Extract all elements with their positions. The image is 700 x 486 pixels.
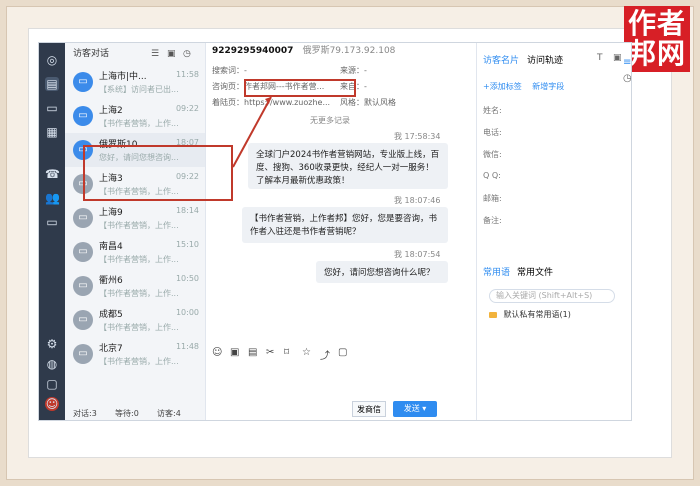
- arrow-line: [232, 96, 272, 168]
- chat-app: ◎ ▤ ▭ ▦ ☎ 👥 ▭ ⚙ ◍ ▢ ☺ 访客对话 ☰ ▣ ◷ ▭ 上海市|中…: [38, 42, 632, 421]
- brand-logo: 作者 邦网: [624, 6, 690, 72]
- brand-line-1: 作者: [627, 7, 686, 40]
- brand-line-2: 邦网: [627, 37, 686, 70]
- annotation-arrow: [232, 96, 272, 168]
